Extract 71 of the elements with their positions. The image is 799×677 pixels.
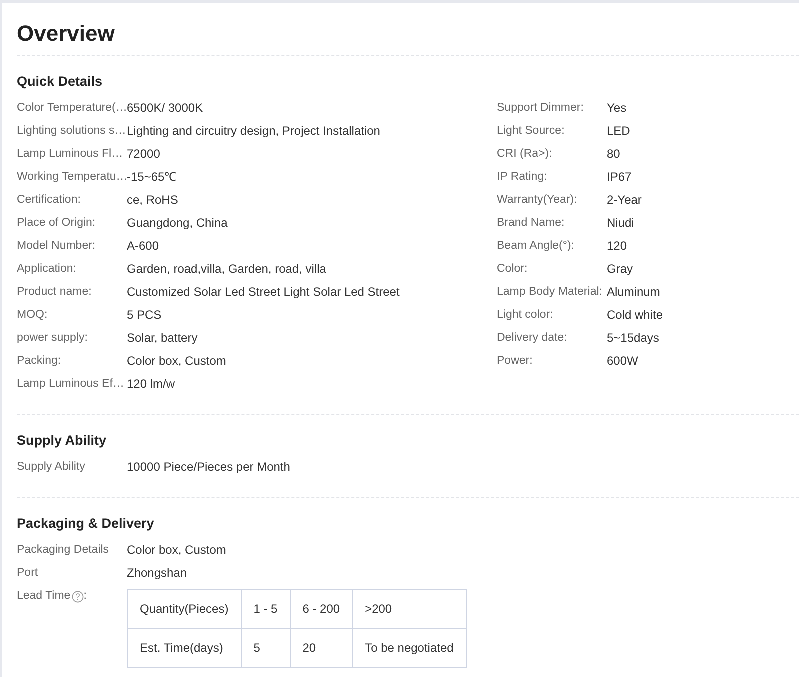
field-value: Zhongshan: [127, 565, 188, 582]
field-value: 5~15days: [607, 330, 660, 347]
field-label: Delivery date:: [497, 331, 568, 346]
field-value: Lighting and circuitry design, Project Installation: [127, 123, 380, 140]
field-value: Aluminum: [607, 284, 660, 301]
field-label: Certification:: [17, 193, 82, 208]
field-label: Support Dimmer:: [497, 101, 585, 116]
field-value: 5 PCS: [127, 307, 162, 324]
field-value: 600W: [607, 353, 638, 370]
field-value: -15~65℃: [127, 169, 177, 186]
field-value: Customized Solar Led Street Light Solar Led Street: [127, 284, 400, 301]
field-label: Packaging Details: [17, 543, 110, 558]
table-cell: 20: [290, 628, 353, 668]
table-cell: Quantity(Pieces): [128, 590, 242, 628]
field-label: Warranty(Year):: [497, 193, 578, 208]
field-label: Lamp Body Material:: [497, 285, 604, 300]
field-label: IP Rating:: [497, 170, 548, 185]
field-label: Model Number:: [17, 239, 97, 254]
field-value: Niudi: [607, 215, 634, 232]
field-value: Color box, Custom: [127, 353, 226, 370]
field-value: ce, RoHS: [127, 192, 178, 209]
section-heading: Quick Details: [17, 73, 104, 91]
field-value: 80: [607, 146, 620, 163]
field-label: Lamp Luminous Fl…: [17, 147, 124, 162]
field-value: 6500K/ 3000K: [127, 100, 204, 117]
field-label: Brand Name:: [497, 216, 566, 231]
field-label: MOQ:: [17, 308, 49, 323]
field-label: Light color:: [497, 308, 554, 323]
field-label: Port: [17, 566, 40, 581]
field-value: Guangdong, China: [127, 215, 228, 232]
table-cell: 5: [241, 628, 290, 668]
table-cell: Est. Time(days): [128, 628, 242, 668]
field-label: Supply Ability: [17, 460, 86, 475]
field-label: Application:: [17, 262, 78, 277]
help-icon[interactable]: [72, 590, 84, 602]
field-label: Product name:: [17, 285, 93, 300]
field-value: 2-Year: [607, 192, 642, 209]
section-heading: Packaging & Delivery: [17, 515, 156, 533]
field-label: Place of Origin:: [17, 216, 97, 231]
field-label: Power:: [497, 354, 534, 369]
field-label: Lead Time: [17, 589, 71, 604]
field-label: Color:: [497, 262, 529, 277]
field-label: Light Source:: [497, 124, 566, 139]
table-cell: To be negotiated: [352, 628, 466, 668]
field-value: LED: [607, 123, 630, 140]
field-label: Packing:: [17, 354, 62, 369]
page-title: Overview: [17, 21, 116, 47]
field-value: Cold white: [607, 307, 664, 324]
field-value: Solar, battery: [127, 330, 198, 347]
field-label: Color Temperature(…: [17, 101, 127, 116]
field-value: 120: [607, 238, 628, 255]
field-label: Lighting solutions s…: [17, 124, 127, 139]
field-value: 120 lm/w: [127, 376, 176, 393]
table-cell: >200: [352, 590, 466, 628]
table-cell: 6 - 200: [290, 590, 353, 628]
field-value: 72000: [127, 146, 160, 163]
field-label: power supply:: [17, 331, 89, 346]
field-value: 10000 Piece/Pieces per Month: [127, 459, 290, 476]
field-label: Working Temperatu…: [17, 170, 127, 185]
field-value: Color box, Custom: [127, 542, 226, 559]
field-label: Beam Angle(°):: [497, 239, 576, 254]
field-label: Lamp Luminous Ef…: [17, 377, 126, 392]
field-label: CRI (Ra>):: [497, 147, 554, 162]
table-cell: 1 - 5: [241, 590, 290, 628]
section-heading: Supply Ability: [17, 432, 108, 450]
field-value: Yes: [607, 100, 627, 117]
colon-text: :: [84, 589, 87, 604]
field-value: IP67: [607, 169, 632, 186]
field-value: Garden, road,villa, Garden, road, villa: [127, 261, 326, 278]
field-value: Gray: [607, 261, 634, 278]
field-value: A-600: [127, 238, 160, 255]
